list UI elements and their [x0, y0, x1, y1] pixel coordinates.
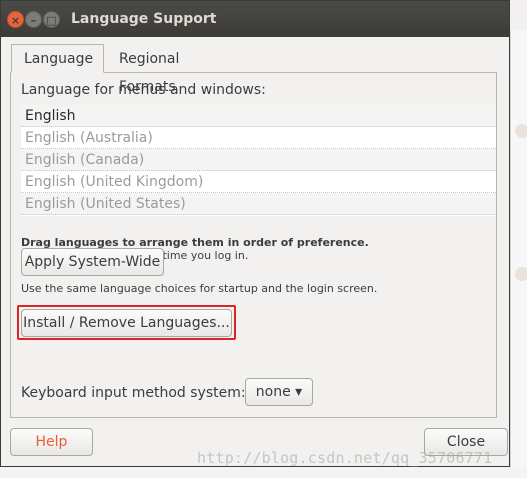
- background-bottom-edge: [0, 467, 527, 478]
- close-window-icon[interactable]: ×: [7, 11, 24, 28]
- list-item[interactable]: English (Canada): [21, 149, 496, 171]
- apply-system-wide-button[interactable]: Apply System-Wide: [21, 248, 164, 276]
- list-item[interactable]: English (Australia): [21, 127, 496, 149]
- list-item[interactable]: English: [21, 105, 496, 127]
- list-item[interactable]: English (United Kingdom): [21, 171, 496, 193]
- apply-note: Use the same language choices for startu…: [21, 282, 378, 295]
- watermark: http://blog.csdn.net/qq_35706771: [197, 449, 493, 467]
- chevron-down-icon: ▾: [295, 384, 303, 400]
- background-icon: [515, 124, 527, 138]
- keyboard-input-label: Keyboard input method system:: [21, 385, 246, 401]
- language-list[interactable]: English English (Australia) English (Can…: [21, 105, 496, 216]
- language-list-label: Language for menus and windows:: [21, 82, 266, 98]
- tab-language[interactable]: Language: [11, 44, 104, 73]
- window-title: Language Support: [71, 11, 217, 27]
- install-remove-languages-button[interactable]: Install / Remove Languages...: [21, 309, 232, 337]
- title-bar: × – □ Language Support: [1, 1, 509, 37]
- dropdown-value: none: [255, 384, 291, 400]
- maximize-window-icon[interactable]: □: [43, 11, 60, 28]
- tab-regional-formats[interactable]: Regional Formats: [106, 44, 251, 95]
- background-icon: [515, 267, 527, 281]
- background-window-edge: [510, 30, 527, 478]
- keyboard-input-dropdown[interactable]: none ▾: [245, 378, 313, 406]
- list-item[interactable]: English (United States): [21, 193, 496, 215]
- minimize-window-icon[interactable]: –: [25, 11, 42, 28]
- help-button[interactable]: Help: [10, 428, 93, 456]
